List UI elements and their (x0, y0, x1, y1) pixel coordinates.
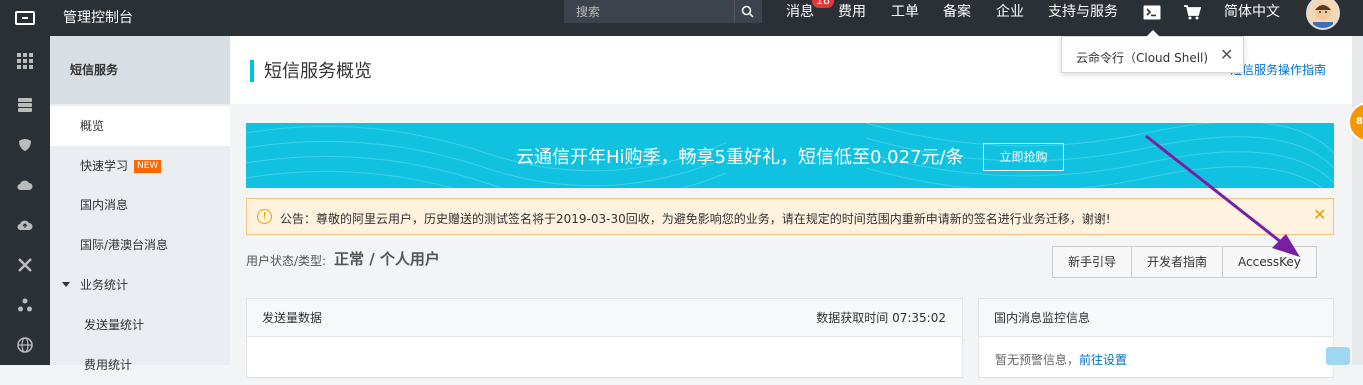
send-volume-panel: 发送量数据 数据获取时间 07:35:02 (246, 298, 963, 378)
banner-text: 云通信开年Hi购季，畅享5重好礼，短信低至0.027元/条 (516, 147, 964, 168)
search-input[interactable] (564, 4, 734, 19)
panel-title: 发送量数据 (262, 311, 323, 325)
cloud-shell-tooltip: 云命令行（Cloud Shell) ✕ (1061, 30, 1244, 73)
user-status-label: 用户状态/类型: (246, 254, 327, 268)
operation-guide-link[interactable]: 短信服务操作指南 (1230, 61, 1326, 78)
console-title[interactable]: 管理控制台 (63, 0, 133, 36)
nav-billing[interactable]: 费用 (838, 0, 866, 24)
database-icon[interactable] (15, 95, 35, 115)
sidebar-item-statistics[interactable]: 业务统计 (50, 265, 230, 305)
nav-tickets[interactable]: 工单 (891, 0, 919, 24)
cloud-upload-icon[interactable] (15, 215, 35, 235)
sms-sidebar: 短信服务 概览 快速学习 NEW 国内消息 国际/港澳台消息 业务统计 发送量统计… (50, 36, 230, 372)
search-icon[interactable] (734, 0, 760, 23)
nav-icp-filing[interactable]: 备案 (943, 0, 971, 24)
nav-support[interactable]: 支持与服务 (1048, 0, 1118, 24)
page-title: 短信服务概览 (264, 61, 372, 82)
search-box (564, 0, 762, 23)
sidebar-item-send-stats[interactable]: 发送量统计 (50, 305, 230, 345)
new-tag-badge: NEW (134, 160, 162, 173)
close-icon[interactable]: ✕ (1313, 205, 1326, 224)
main-content: 短信服务概览 短信服务操作指南 云通信开年Hi购季，畅享5重好礼，短信低至0.0… (230, 36, 1363, 378)
panel-header: 国内消息监控信息 (979, 299, 1333, 337)
feedback-icon[interactable] (1326, 347, 1350, 365)
sidebar-header: 短信服务 (50, 36, 230, 104)
caret-down-icon (62, 282, 70, 287)
monitoring-panel: 国内消息监控信息 暂无预警信息，前往设置 (978, 298, 1334, 378)
promo-banner[interactable]: 云通信开年Hi购季，畅享5重好礼，短信低至0.027元/条 立即抢购 (246, 123, 1334, 188)
cluster-icon[interactable] (15, 295, 35, 315)
nav-messages[interactable]: 消息 18 (786, 0, 834, 24)
shield-icon[interactable] (15, 135, 35, 155)
scrollbar[interactable] (1352, 36, 1363, 365)
close-icon[interactable]: ✕ (1220, 45, 1233, 64)
nav-enterprise[interactable]: 企业 (996, 0, 1024, 24)
grid-menu-icon[interactable] (15, 51, 35, 71)
cart-icon[interactable] (1181, 0, 1203, 24)
sidebar-item-cost-stats[interactable]: 费用统计 (50, 345, 230, 385)
globe-icon[interactable] (15, 335, 35, 355)
developer-guide-button[interactable]: 开发者指南 (1131, 246, 1224, 278)
action-button-group: 新手引导 开发者指南 AccessKey (1052, 246, 1317, 278)
data-fetch-time: 数据获取时间 07:35:02 (816, 311, 946, 325)
sidebar-item-international[interactable]: 国际/港澳台消息 (50, 225, 230, 265)
message-count-badge: 18 (812, 0, 834, 8)
beginner-guide-button[interactable]: 新手引导 (1052, 246, 1133, 278)
panel-header: 发送量数据 数据获取时间 07:35:02 (247, 299, 962, 337)
tooltip-text: 云命令行（Cloud Shell) (1076, 51, 1209, 65)
sidebar-item-overview[interactable]: 概览 (50, 106, 230, 146)
sidebar-item-domestic[interactable]: 国内消息 (50, 185, 230, 225)
nav-messages-label: 消息 (786, 4, 814, 20)
accesskey-button[interactable]: AccessKey (1222, 246, 1317, 278)
info-icon: ! (257, 209, 272, 224)
user-avatar[interactable] (1306, 0, 1340, 30)
notice-text: 公告：尊敬的阿里云用户，历史赠送的测试签名将于2019-03-30回收，为避免影… (280, 212, 1111, 226)
sidebar-item-quick-learn[interactable]: 快速学习 NEW (50, 146, 230, 186)
sidebar-item-label: 快速学习 (80, 159, 129, 173)
product-icon-rail (0, 36, 50, 365)
aliyun-logo-icon[interactable] (0, 0, 50, 36)
cloud-shell-icon[interactable] (1141, 0, 1163, 24)
title-accent-bar (250, 60, 254, 82)
tooltip-arrow (1146, 30, 1160, 37)
tools-icon[interactable] (15, 255, 35, 275)
cloud-icon[interactable] (15, 175, 35, 195)
user-status-value: 正常 / 个人用户 (334, 250, 440, 268)
sidebar-item-label: 业务统计 (80, 278, 129, 292)
language-switch[interactable]: 简体中文 (1224, 0, 1280, 24)
buy-now-button[interactable]: 立即抢购 (983, 143, 1064, 171)
announcement-notice: ! 公告：尊敬的阿里云用户，历史赠送的测试签名将于2019-03-30回收，为避… (246, 198, 1334, 235)
panel-body: 暂无预警信息，前往设置 (979, 337, 1333, 382)
